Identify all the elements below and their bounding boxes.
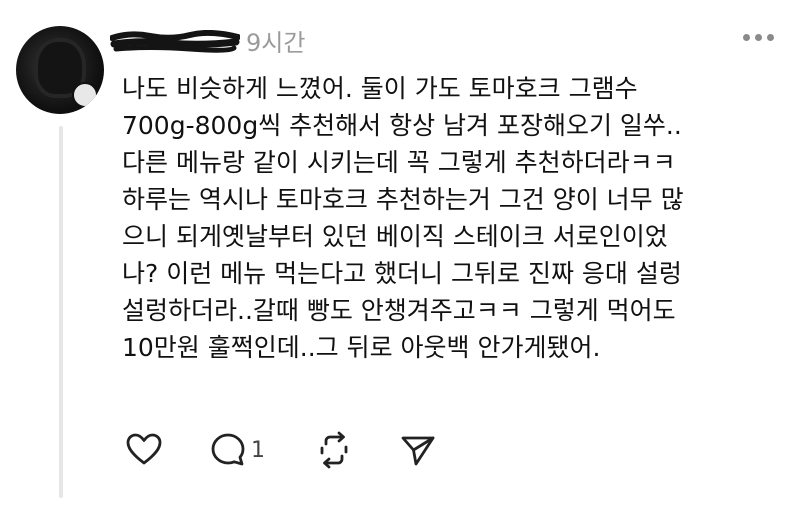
post-text-line: 으니 되게옛날부터 있던 베이직 스테이크 서로인이었 (122, 222, 668, 251)
share-button[interactable] (398, 430, 438, 470)
post-text-line: 다른 메뉴랑 같이 시키는데 꼭 그렇게 추천하더라ㅋㅋ (122, 148, 676, 177)
more-dot (755, 34, 762, 41)
more-options-button[interactable] (743, 34, 774, 41)
redaction-scribble (110, 30, 240, 53)
post-text-line: 설렁하더라..갈때 빵도 안챙겨주고ㅋㅋ 그렇게 먹어도 (122, 296, 676, 325)
reply-count: 1 (251, 438, 265, 463)
comment-bubble-icon (211, 433, 245, 466)
avatar[interactable] (16, 26, 104, 114)
repost-icon (320, 431, 348, 469)
post-text-line: 나도 비슷하게 느꼈어. 둘이 가도 토마호크 그램수 (122, 74, 638, 103)
post-text-line: 10만원 훌쩍인데..그 뒤로 아웃백 안가게됐어. (122, 333, 601, 362)
post-time: 9시간 (246, 29, 306, 57)
avatar-badge (72, 82, 98, 108)
post-body: 나도 비슷하게 느꼈어. 둘이 가도 토마호크 그램수 700g-800g씩 추… (122, 70, 782, 366)
post-text-line: 하루는 역시나 토마호크 추천하는거 그건 양이 너무 많 (122, 185, 684, 214)
reply-button[interactable] (208, 430, 248, 470)
send-icon (401, 436, 435, 466)
username-redacted[interactable] (110, 30, 240, 53)
post-text-line: 700g-800g씩 추천해서 항상 남겨 포장해오기 일쑤.. (122, 111, 682, 140)
repost-button[interactable] (314, 430, 354, 470)
like-button[interactable] (124, 430, 164, 470)
more-horizontal-icon (743, 34, 750, 41)
heart-icon (126, 433, 162, 465)
more-dot (767, 34, 774, 41)
post-text-line: 나? 이런 메뉴 먹는다고 했더니 그뒤로 진짜 응대 설렁 (122, 259, 682, 288)
thread-line (59, 126, 63, 498)
